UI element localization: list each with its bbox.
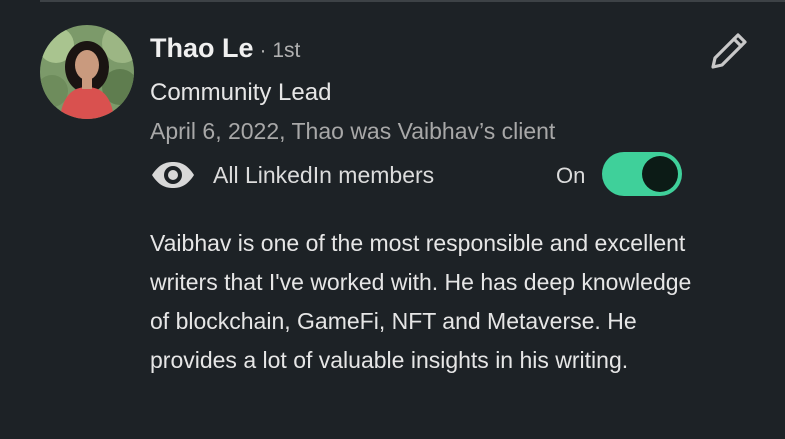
author-name[interactable]: Thao Le: [150, 33, 254, 64]
recommendation-card: Thao Le · 1st Community Lead April 6, 20…: [0, 0, 785, 439]
recommendation-text: Vaibhav is one of the most responsible a…: [150, 230, 692, 373]
toggle-state-label: On: [556, 163, 586, 188]
visibility-label: All LinkedIn members: [213, 161, 435, 188]
edit-button[interactable]: [706, 28, 752, 74]
avatar[interactable]: [40, 25, 134, 119]
eye-icon: [150, 160, 198, 190]
pencil-icon: [711, 33, 747, 69]
visibility-toggle[interactable]: [602, 152, 682, 196]
toggle-knob: [642, 156, 678, 192]
connection-degree: · 1st: [259, 39, 301, 62]
author-line: Thao Le · 1st: [150, 33, 300, 64]
author-headline: Community Lead: [150, 79, 332, 106]
recommendation-meta: April 6, 2022, Thao was Vaibhav’s client: [150, 118, 556, 144]
visibility-setting: All LinkedIn members: [150, 152, 434, 198]
divider: [40, 0, 785, 2]
